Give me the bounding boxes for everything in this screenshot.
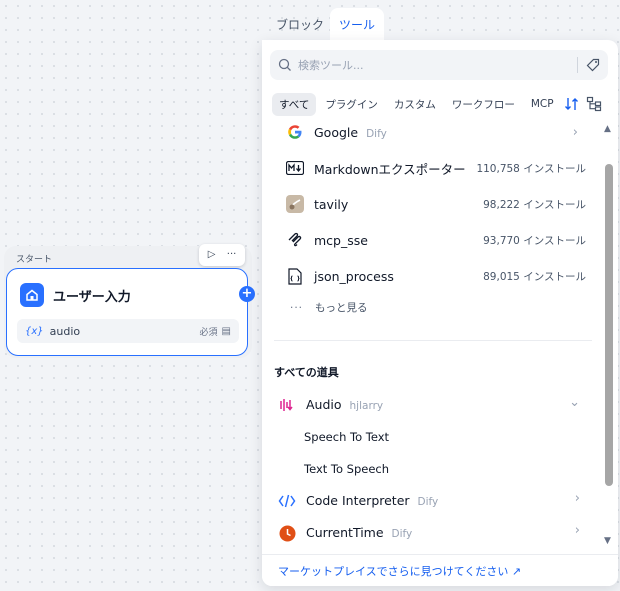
search-divider	[577, 57, 578, 73]
tool-name: json_process	[314, 268, 394, 284]
tool-row-currenttime[interactable]: CurrentTime Dify ›	[262, 517, 602, 549]
filter-custom[interactable]: カスタム	[387, 93, 443, 116]
subtool-speech-to-text[interactable]: Speech To Text	[304, 430, 389, 444]
search-input[interactable]	[298, 58, 569, 72]
start-node[interactable]: ユーザー入力 {x} audio 必須 ▤	[6, 268, 248, 356]
filter-plugin[interactable]: プラグイン	[318, 93, 385, 116]
tab-tool[interactable]: ツール	[330, 8, 384, 40]
tavily-icon	[286, 195, 304, 213]
tool-row-google[interactable]: Google Dify ›	[262, 114, 602, 150]
node-actions: ▷ ···	[199, 244, 245, 266]
tool-name: Markdownエクスポーター	[314, 161, 466, 177]
chevron-down-icon: ⌄	[569, 395, 580, 410]
tool-panel: すべて プラグイン カスタム ワークフロー MCP GoogleDify › M…	[262, 40, 618, 586]
home-icon	[20, 283, 44, 307]
node-title: ユーザー入力	[53, 290, 131, 305]
sort-icon[interactable]	[564, 96, 580, 112]
tool-row-code-interpreter[interactable]: Code Interpreter Dify ›	[262, 485, 602, 517]
json-icon	[286, 267, 304, 285]
code-icon	[278, 492, 296, 510]
filter-mcp[interactable]: MCP	[524, 94, 561, 114]
search-icon	[278, 58, 291, 71]
variable-name: audio	[49, 324, 81, 338]
chevron-right-icon: ›	[574, 491, 580, 506]
install-count: 110,758 インストール	[476, 162, 586, 175]
divider	[274, 340, 592, 341]
audio-icon	[278, 396, 296, 414]
filter-tabs: すべて プラグイン カスタム ワークフロー MCP	[272, 92, 563, 116]
install-count: 98,222 インストール	[483, 198, 586, 211]
google-icon	[286, 123, 304, 141]
all-tools-title: すべての道具	[274, 366, 339, 379]
play-icon[interactable]: ▷	[208, 250, 216, 260]
clock-icon	[278, 524, 296, 542]
footer: マーケットプレイスでさらに見つけてください ↗	[262, 554, 618, 586]
subtool-text-to-speech[interactable]: Text To Speech	[304, 462, 389, 476]
markdown-icon	[286, 159, 304, 177]
required-badge: 必須	[199, 327, 218, 338]
tool-name: mcp_sse	[314, 232, 368, 248]
marketplace-link[interactable]: マーケットプレイスでさらに見つけてください ↗	[278, 563, 521, 579]
scrollbar-thumb[interactable]	[605, 164, 613, 486]
tag-icon[interactable]	[586, 58, 600, 72]
chevron-right-icon: ›	[574, 523, 580, 538]
show-more-label: もっと見る	[315, 302, 368, 314]
tree-view-icon[interactable]	[586, 96, 602, 112]
node-variable[interactable]: {x} audio 必須 ▤	[17, 319, 239, 343]
install-count: 89,015 インストール	[483, 270, 586, 283]
tab-block[interactable]: ブロック	[270, 8, 330, 40]
add-node-button[interactable]: +	[239, 286, 255, 302]
install-count: 93,770 インストール	[483, 234, 586, 247]
filter-all[interactable]: すべて	[272, 92, 317, 116]
scroll-down-arrow[interactable]: ▼	[604, 536, 611, 546]
more-dots-icon: ···	[290, 301, 304, 314]
mcp-icon	[286, 231, 304, 249]
tool-row-mcp-sse[interactable]: mcp_sse 93,770 インストール	[262, 222, 602, 258]
tool-row-markdown[interactable]: Markdownエクスポーター 110,758 インストール	[262, 150, 602, 186]
tool-row-audio[interactable]: Audio hjlarry ⌄	[262, 389, 602, 421]
tool-name: Audio hjlarry	[306, 397, 384, 412]
scroll-up-arrow[interactable]: ▲	[604, 124, 611, 134]
tool-name: Code Interpreter Dify	[306, 493, 439, 508]
document-icon: ▤	[221, 325, 231, 337]
variable-icon: {x}	[25, 325, 44, 337]
start-node-label: スタート	[16, 255, 53, 265]
more-icon[interactable]: ···	[227, 250, 237, 260]
filter-workflow[interactable]: ワークフロー	[445, 93, 522, 116]
tool-row-json-process[interactable]: json_process 89,015 インストール	[262, 258, 602, 294]
chevron-right-icon: ›	[572, 124, 578, 140]
tool-name: Google Dify	[314, 124, 387, 140]
show-more-button[interactable]: ··· もっと見る	[290, 300, 368, 315]
tool-name: CurrentTime Dify	[306, 525, 413, 540]
tool-name: tavily	[314, 196, 349, 212]
tool-row-tavily[interactable]: tavily 98,222 インストール	[262, 186, 602, 222]
search-bar	[270, 50, 608, 80]
